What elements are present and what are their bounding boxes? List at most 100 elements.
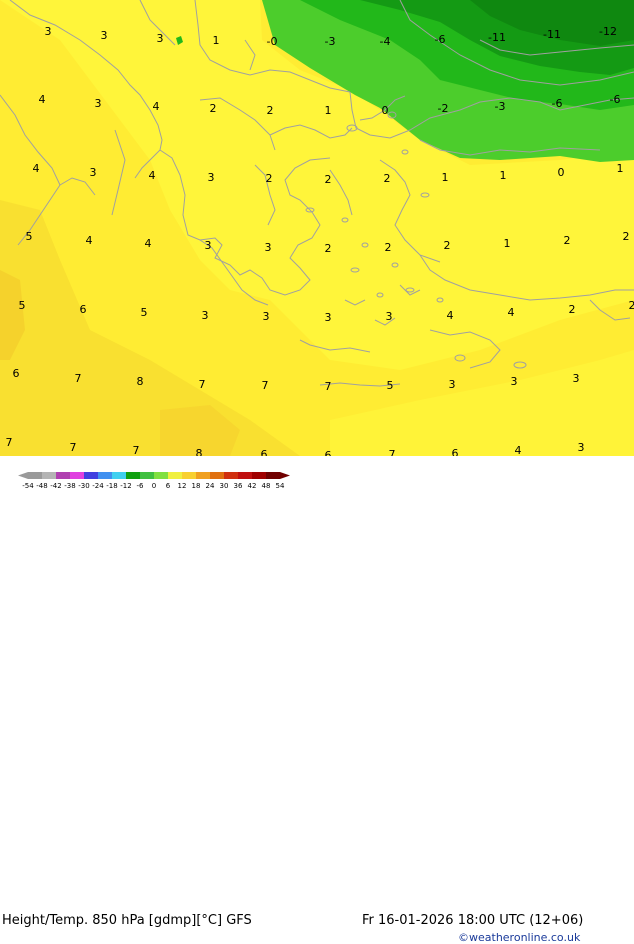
temperature-label: 3 [265,241,272,254]
temperature-label: -11 [543,28,561,41]
temperature-label: 3 [101,29,108,42]
colorbar-tick-label: -54 [22,482,34,490]
temperature-label: 7 [6,436,13,449]
temperature-label: 4 [149,169,156,182]
colorbar-segment [126,472,140,479]
colorbar-tick-label: -42 [50,482,61,490]
temperature-label: 0 [558,166,565,179]
colorbar-segment [196,472,210,479]
temperature-label: 1 [213,34,220,47]
temperature-label: 3 [202,309,209,322]
colorbar-segment [238,472,252,479]
colorbar-segment [42,472,56,479]
temperature-label: 2 [629,299,634,312]
temperature-label: 3 [578,441,585,454]
temperature-label: 3 [205,239,212,252]
temperature-label: -6 [610,93,621,106]
temperature-label: 4 [33,162,40,175]
temperature-label: 1 [500,169,507,182]
colorbar-tick-label: -6 [137,482,145,490]
colorbar-tick-label: 12 [178,482,187,490]
temperature-label: 7 [262,379,269,392]
temperature-label: -0 [267,35,278,48]
temperature-label: 7 [70,441,77,454]
temperature-label: -2 [438,102,449,115]
colorbar-tick-label: -24 [92,482,104,490]
colorbar-tick-label: 6 [166,482,171,490]
temperature-label: 1 [504,237,511,250]
temperature-label: 1 [617,162,624,175]
temperature-label: 4 [447,309,454,322]
temperature-label: 3 [386,310,393,323]
temperature-label: -4 [380,35,391,48]
temperature-label: 4 [86,234,93,247]
temperature-label: 4 [145,237,152,250]
colorbar-left-arrow [18,472,28,479]
colorbar-segment [98,472,112,479]
temperature-label: 6 [80,303,87,316]
colorbar-segment [224,472,238,479]
colorbar-segment [252,472,266,479]
colorbar-tick-label: 18 [192,482,201,490]
temperature-label: 3 [157,32,164,45]
temperature-label: 0 [382,104,389,117]
colorbar-segment [168,472,182,479]
colorbar-tick-label: -48 [36,482,47,490]
temperature-label: 4 [508,306,515,319]
temperature-label: 2 [444,239,451,252]
credit-link[interactable]: ©weatheronline.co.uk [458,931,580,944]
colorbar-segment [84,472,98,479]
colorbar-tick-label: -12 [120,482,131,490]
colorbar-segment [56,472,70,479]
colorbar-tick-label: 30 [220,482,229,490]
temperature-label: 1 [325,104,332,117]
temperature-label: 4 [153,100,160,113]
valid-time: Fr 16-01-2026 18:00 UTC (12+06) [362,913,583,928]
map-title: Height/Temp. 850 hPa [gdmp][°C] GFS [2,913,252,928]
colorbar-tick-label: 54 [276,482,285,490]
colorbar-tick-label: 42 [248,482,257,490]
temperature-label: 1 [442,171,449,184]
temperature-label: -3 [325,35,336,48]
temperature-label: 6 [13,367,20,380]
temperature-label: 5 [19,299,26,312]
colorbar-tick-label: -38 [64,482,75,490]
temperature-label: 3 [573,372,580,385]
colorbar-right-arrow [280,472,290,479]
temperature-label: 2 [564,234,571,247]
temperature-label: 2 [623,230,630,243]
temperature-label: 5 [387,379,394,392]
temperature-label: 5 [141,306,148,319]
colorbar-tick-label: 24 [206,482,215,490]
colorbar-tick-label: 48 [262,482,271,490]
temperature-label: 8 [137,375,144,388]
temperature-label: 3 [95,97,102,110]
temperature-label: -11 [488,31,506,44]
colorbar-tick-label: 0 [152,482,156,490]
temperature-label: 2 [569,303,576,316]
temperature-label: 4 [39,93,46,106]
temperature-label: -6 [435,33,446,46]
temperature-label: 2 [325,242,332,255]
temperature-label: 3 [45,25,52,38]
temperature-label: 2 [325,173,332,186]
colorbar-tick-label: -30 [78,482,89,490]
temperature-map: 3331-0-3-4-6-11-11-124342210-2-3-6-64343… [0,0,634,490]
color-scale: -54-48-42-38-30-24-18-12 -6 0 6 12 18 24 30 36 42… [0,471,300,490]
temperature-label: 2 [267,104,274,117]
colorbar-tick-label: -18 [106,482,117,490]
colorbar-segment [140,472,154,479]
legend-bar: Height/Temp. 850 hPa [gdmp][°C] GFS Fr 1… [0,456,634,490]
colorbar-segment [70,472,84,479]
colorbar-tick-label: 36 [234,482,243,490]
temperature-label: 7 [75,372,82,385]
temperature-label: 2 [266,172,273,185]
colorbar-segment [28,472,42,479]
colorbar-segment [210,472,224,479]
colorbar-segment [112,472,126,479]
temperature-label: 7 [325,380,332,393]
colorbar-segment [154,472,168,479]
temperature-label: 2 [385,241,392,254]
colorbar-segment [266,472,280,479]
temperature-label: -6 [552,97,563,110]
